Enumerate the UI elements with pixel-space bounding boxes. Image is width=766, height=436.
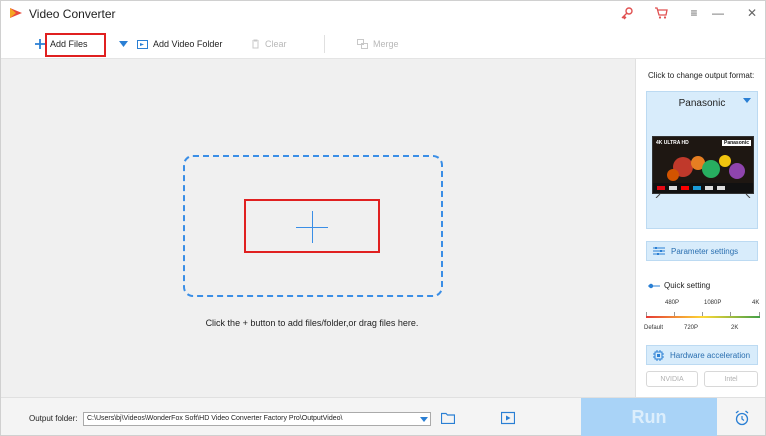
chevron-down-icon[interactable]	[418, 413, 430, 425]
drop-hint: Click the + button to add files/folder,o…	[205, 318, 419, 328]
app-window: Video Converter ≡ — ✕ Add Files Add Vide…	[0, 0, 766, 436]
file-list-area[interactable]: Click the + button to add files/folder,o…	[1, 59, 635, 397]
output-format-selector[interactable]: Panasonic 4K ULTRA HD Panasonic	[646, 91, 758, 229]
trash-icon	[251, 39, 260, 49]
quality-2k: 2K	[731, 325, 739, 331]
quality-slider[interactable]	[646, 316, 760, 318]
add-video-folder-label: Add Video Folder	[153, 39, 223, 49]
alarm-clock-icon[interactable]	[734, 410, 750, 426]
quality-720p: 720P	[684, 325, 699, 331]
parameter-settings-label: Parameter settings	[671, 246, 739, 256]
clear-button[interactable]: Clear	[251, 36, 287, 52]
nvidia-option[interactable]: NVIDIA	[646, 371, 698, 387]
plus-icon	[35, 39, 45, 49]
add-files-highlight	[45, 33, 106, 57]
minimize-icon[interactable]: —	[706, 3, 730, 23]
close-icon[interactable]: ✕	[740, 3, 764, 23]
run-button[interactable]: Run	[581, 398, 717, 436]
folder-icon	[137, 39, 148, 49]
chevron-down-icon[interactable]	[743, 98, 751, 103]
chevron-down-icon	[119, 41, 128, 47]
merge-button[interactable]: Merge	[357, 36, 399, 52]
quality-default: Default	[644, 325, 664, 331]
video-preview-icon[interactable]	[501, 411, 515, 425]
tv-stand-icon	[655, 194, 751, 198]
cart-icon[interactable]	[653, 5, 669, 21]
merge-label: Merge	[373, 39, 399, 49]
add-files-dropdown[interactable]	[119, 36, 128, 52]
format-name: Panasonic	[678, 98, 726, 109]
quality-4k: 4K	[752, 300, 760, 306]
app-title: Video Converter	[29, 7, 116, 21]
output-folder-field[interactable]: C:\Users\bj\Videos\WonderFox Soft\HD Vid…	[83, 412, 431, 426]
tv-badge: 4K ULTRA HD	[656, 140, 689, 146]
big-plus-icon-vertical	[312, 211, 313, 243]
merge-icon	[357, 39, 368, 49]
quick-setting-label: Quick setting	[664, 281, 711, 290]
title-bar: Video Converter ≡ — ✕	[1, 1, 765, 27]
nvidia-label: NVIDIA	[660, 375, 684, 383]
sliders-icon	[653, 246, 665, 256]
clear-label: Clear	[265, 39, 287, 49]
tv-image: 4K ULTRA HD Panasonic	[652, 136, 754, 194]
toolbar: Add Files Add Video Folder Clear Merge	[1, 27, 765, 59]
output-folder-path: C:\Users\bj\Videos\WonderFox Soft\HD Vid…	[87, 415, 343, 422]
open-folder-icon[interactable]	[441, 412, 455, 424]
parameter-settings-button[interactable]: Parameter settings	[646, 241, 758, 261]
change-format-label: Click to change output format:	[648, 71, 755, 80]
output-panel: Click to change output format: Panasonic	[635, 59, 765, 397]
quality-480p: 480P	[665, 300, 680, 306]
add-video-folder-button[interactable]: Add Video Folder	[137, 36, 222, 52]
hardware-acceleration-label: Hardware acceleration	[670, 350, 751, 360]
quick-setting: Quick setting	[648, 281, 710, 290]
chip-icon	[653, 349, 664, 361]
hardware-acceleration-button[interactable]: Hardware acceleration	[646, 345, 758, 365]
intel-label: Intel	[724, 375, 738, 383]
output-folder-label: Output folder:	[29, 414, 78, 423]
quality-1080p: 1080P	[704, 300, 722, 306]
app-logo-icon	[10, 8, 22, 18]
slider-knob-icon	[648, 283, 660, 288]
bottom-bar: Output folder: C:\Users\bj\Videos\Wonder…	[1, 397, 765, 436]
key-icon[interactable]	[619, 5, 635, 21]
toolbar-divider	[324, 35, 325, 53]
menu-icon[interactable]: ≡	[682, 3, 706, 23]
tv-brand-logo: Panasonic	[721, 140, 751, 146]
intel-option[interactable]: Intel	[704, 371, 758, 387]
